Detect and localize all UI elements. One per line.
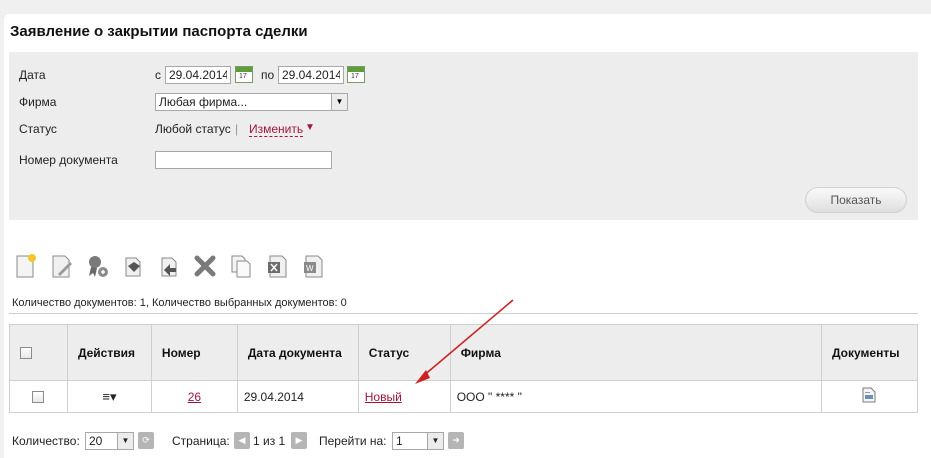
documents-table: Действия Номер Дата документа Статус Фир… [9, 324, 919, 413]
page-size-value: 20 [89, 434, 103, 448]
page-title: Заявление о закрытии паспорта сделки [10, 23, 308, 40]
date-from-prefix: с [155, 68, 161, 82]
sign-icon[interactable] [120, 252, 146, 280]
unsign-icon[interactable] [156, 252, 182, 280]
certificate-add-icon[interactable] [84, 252, 110, 280]
copy-icon[interactable] [228, 252, 254, 280]
date-label: Дата [19, 68, 46, 82]
firm-select[interactable]: Любая фирма... ▼ [155, 93, 348, 111]
row-date: 29.04.2014 [236, 380, 359, 413]
edit-document-icon[interactable] [48, 252, 74, 280]
table-header-row: Действия Номер Дата документа Статус Фир… [9, 324, 919, 381]
delete-icon[interactable] [192, 252, 218, 280]
header-firm: Фирма [449, 324, 822, 381]
select-all-cell [9, 324, 68, 381]
page-size-select[interactable]: 20 ▼ [85, 432, 134, 450]
status-value: Любой статус [155, 122, 231, 136]
row-number-cell: 26 [150, 380, 238, 413]
page-content: Заявление о закрытии паспорта сделки Дат… [4, 14, 931, 458]
status-change-link[interactable]: Изменить [249, 122, 304, 137]
header-date: Дата документа [236, 324, 359, 381]
select-all-checkbox[interactable] [20, 347, 32, 360]
export-excel-icon[interactable] [264, 252, 290, 280]
header-status: Статус [357, 324, 451, 381]
refresh-icon[interactable]: ⟳ [138, 432, 154, 449]
table-row: ≡▾ 26 29.04.2014 Новый ООО " **** " [9, 380, 919, 413]
header-actions: Действия [66, 324, 152, 381]
next-page-icon[interactable]: ▶ [291, 432, 307, 449]
row-number-link[interactable]: 26 [188, 390, 201, 404]
firm-label: Фирма [19, 95, 57, 109]
date-to-input[interactable] [278, 66, 344, 84]
header-documents: Документы [820, 324, 919, 381]
status-change-arrow-icon[interactable]: ▼ [305, 122, 315, 133]
chevron-down-icon: ▼ [331, 94, 347, 110]
status-divider: | [235, 122, 239, 136]
header-number: Номер [150, 324, 238, 381]
document-file-icon[interactable] [862, 387, 876, 406]
svg-text:W: W [306, 264, 314, 273]
page-label: Страница: [172, 434, 230, 448]
goto-arrow-icon[interactable]: ➜ [448, 432, 464, 449]
calendar-to-icon[interactable]: 17 [347, 66, 365, 83]
pager: Количество: 20 ▼ ⟳ Страница: ◀ 1 из 1 ▶ … [12, 432, 922, 454]
goto-page-value: 1 [396, 434, 403, 448]
chevron-down-icon: ▼ [117, 433, 133, 449]
row-select-cell [9, 380, 68, 413]
date-to-prefix: по [261, 68, 275, 82]
firm-select-value: Любая фирма... [159, 95, 248, 109]
row-actions-menu[interactable]: ≡▾ [66, 380, 152, 413]
show-button[interactable]: Показать [805, 187, 907, 213]
status-label: Статус [19, 122, 57, 136]
goto-label: Перейти на: [319, 434, 387, 448]
row-documents-cell [820, 380, 919, 413]
row-firm: ООО " **** " [449, 380, 822, 413]
doc-number-input[interactable] [155, 151, 332, 169]
goto-page-select[interactable]: 1 ▼ [392, 432, 444, 450]
chevron-down-icon: ▼ [427, 433, 443, 449]
export-word-icon[interactable]: W [300, 252, 326, 280]
documents-summary: Количество документов: 1, Количество выб… [12, 297, 347, 309]
row-status-link[interactable]: Новый [365, 390, 402, 404]
divider [9, 313, 918, 314]
row-checkbox[interactable] [32, 391, 45, 404]
new-document-icon[interactable] [12, 252, 38, 280]
row-status-cell: Новый [357, 380, 451, 413]
count-label: Количество: [12, 434, 80, 448]
date-from-input[interactable] [165, 66, 231, 84]
calendar-from-icon[interactable]: 17 [235, 66, 253, 83]
filter-panel: Дата с 17 по 17 Фирма Любая фирма... ▼ С… [9, 52, 918, 220]
prev-page-icon[interactable]: ◀ [234, 432, 250, 449]
page-info: 1 из 1 [253, 434, 286, 448]
doc-number-label: Номер документа [19, 153, 118, 167]
